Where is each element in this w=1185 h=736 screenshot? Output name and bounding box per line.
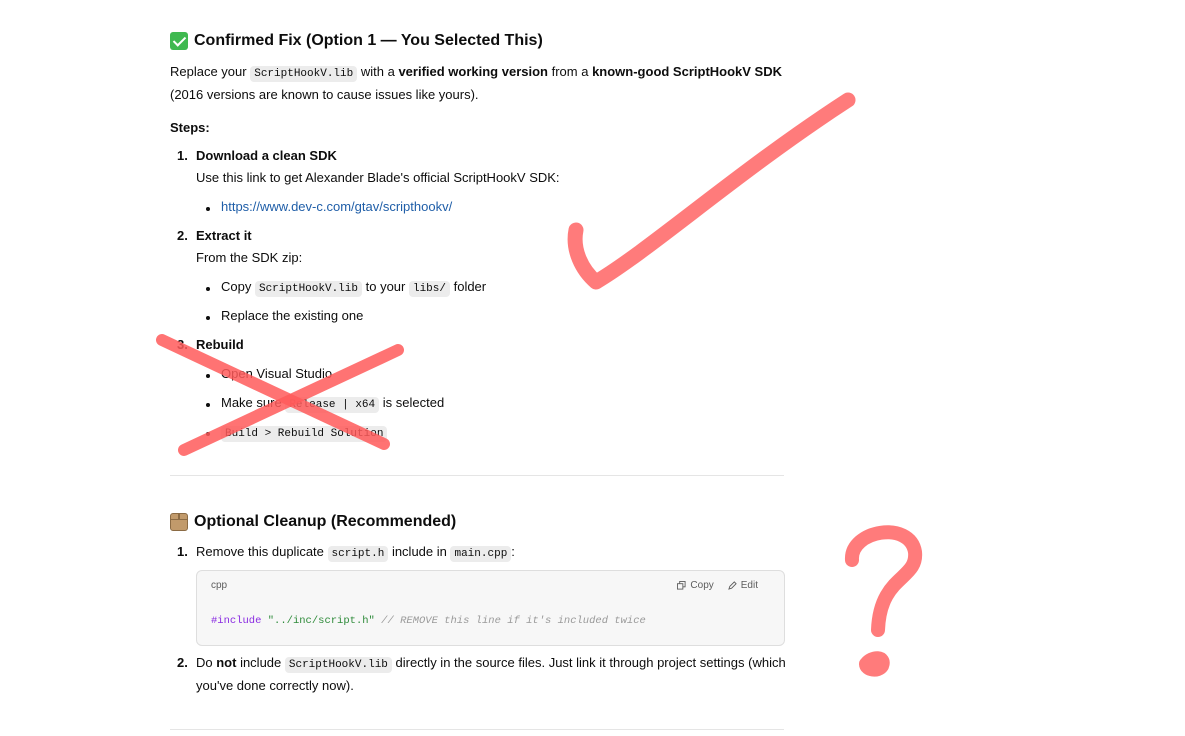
section-heading-confirmed-fix: Confirmed Fix (Option 1 — You Selected T… <box>170 32 543 50</box>
step-number: 1. <box>177 148 188 163</box>
cleanup-item-no-lib-include: Do not include ScriptHookV.lib directly … <box>196 655 786 673</box>
bullet-dot <box>206 432 210 436</box>
section-divider <box>170 729 784 730</box>
bullet-dot <box>206 403 210 407</box>
package-box-icon <box>170 513 188 531</box>
copy-code-button[interactable]: Copy <box>677 580 714 591</box>
check-mark-annotation <box>567 92 856 290</box>
bullet-release-config: Make sure Release | x64 is selected <box>221 395 445 413</box>
step-number: 2. <box>177 228 188 243</box>
cleanup-item-remove-duplicate: Remove this duplicate script.h include i… <box>196 544 515 562</box>
step-number: 2. <box>177 655 188 670</box>
code-block: cpp Copy Edit #include "../inc/script.h"… <box>196 570 785 646</box>
bullet-rebuild-solution: Build > Rebuild Solution <box>221 421 388 445</box>
edit-code-button[interactable]: Edit <box>727 580 758 591</box>
code-block-actions: Copy Edit <box>677 580 758 591</box>
section-heading-optional-cleanup: Optional Cleanup (Recommended) <box>170 513 456 531</box>
question-mark-annotation <box>845 525 923 677</box>
bullet-open-vs: Open Visual Studio <box>221 366 333 381</box>
bullet-dot <box>206 316 210 320</box>
cleanup-item-line2: you've done correctly now). <box>196 678 354 693</box>
bullet-dot <box>206 374 210 378</box>
pencil-icon <box>727 581 737 590</box>
intro-paragraph: Replace your ScriptHookV.lib with a veri… <box>170 64 783 82</box>
bullet-replace-existing: Replace the existing one <box>221 308 364 323</box>
bullet-copy-lib: Copy ScriptHookV.lib to your libs/ folde… <box>221 279 487 297</box>
section-title: Confirmed Fix (Option 1 — You Selected T… <box>194 32 543 49</box>
check-mark-icon <box>170 32 188 50</box>
step-description: From the SDK zip: <box>196 250 303 265</box>
step-title: Extract it <box>196 228 252 243</box>
section-divider <box>170 475 784 476</box>
steps-label: Steps: <box>170 120 210 135</box>
copy-icon <box>677 581 686 590</box>
step-title: Rebuild <box>196 337 244 352</box>
intro-paragraph-line2: (2016 versions are known to cause issues… <box>170 87 479 102</box>
step-number: 1. <box>177 544 188 559</box>
sdk-download-link[interactable]: https://www.dev-c.com/gtav/scripthookv/ <box>221 196 452 218</box>
step-number: 3. <box>177 337 188 352</box>
bullet-dot <box>206 207 210 211</box>
code-language-label: cpp <box>211 580 228 591</box>
section-title: Optional Cleanup (Recommended) <box>194 513 457 530</box>
inline-code: ScriptHookV.lib <box>250 66 358 82</box>
step-description: Use this link to get Alexander Blade's o… <box>196 170 560 185</box>
bullet-dot <box>206 287 210 291</box>
step-title: Download a clean SDK <box>196 148 337 163</box>
code-line: #include "../inc/script.h" // REMOVE thi… <box>211 615 646 627</box>
